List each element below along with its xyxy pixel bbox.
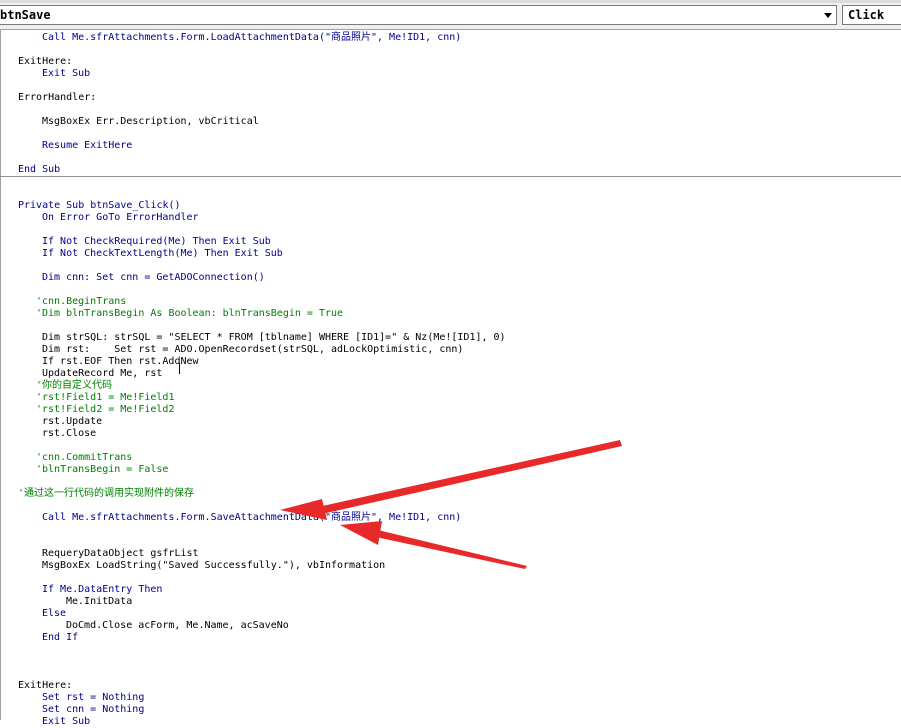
red-arrow-lower-head bbox=[340, 521, 382, 545]
red-arrow-upper-head bbox=[280, 499, 327, 520]
red-arrow-lower bbox=[376, 530, 527, 569]
annotation-arrows bbox=[280, 440, 622, 569]
red-arrow-upper bbox=[318, 440, 622, 514]
